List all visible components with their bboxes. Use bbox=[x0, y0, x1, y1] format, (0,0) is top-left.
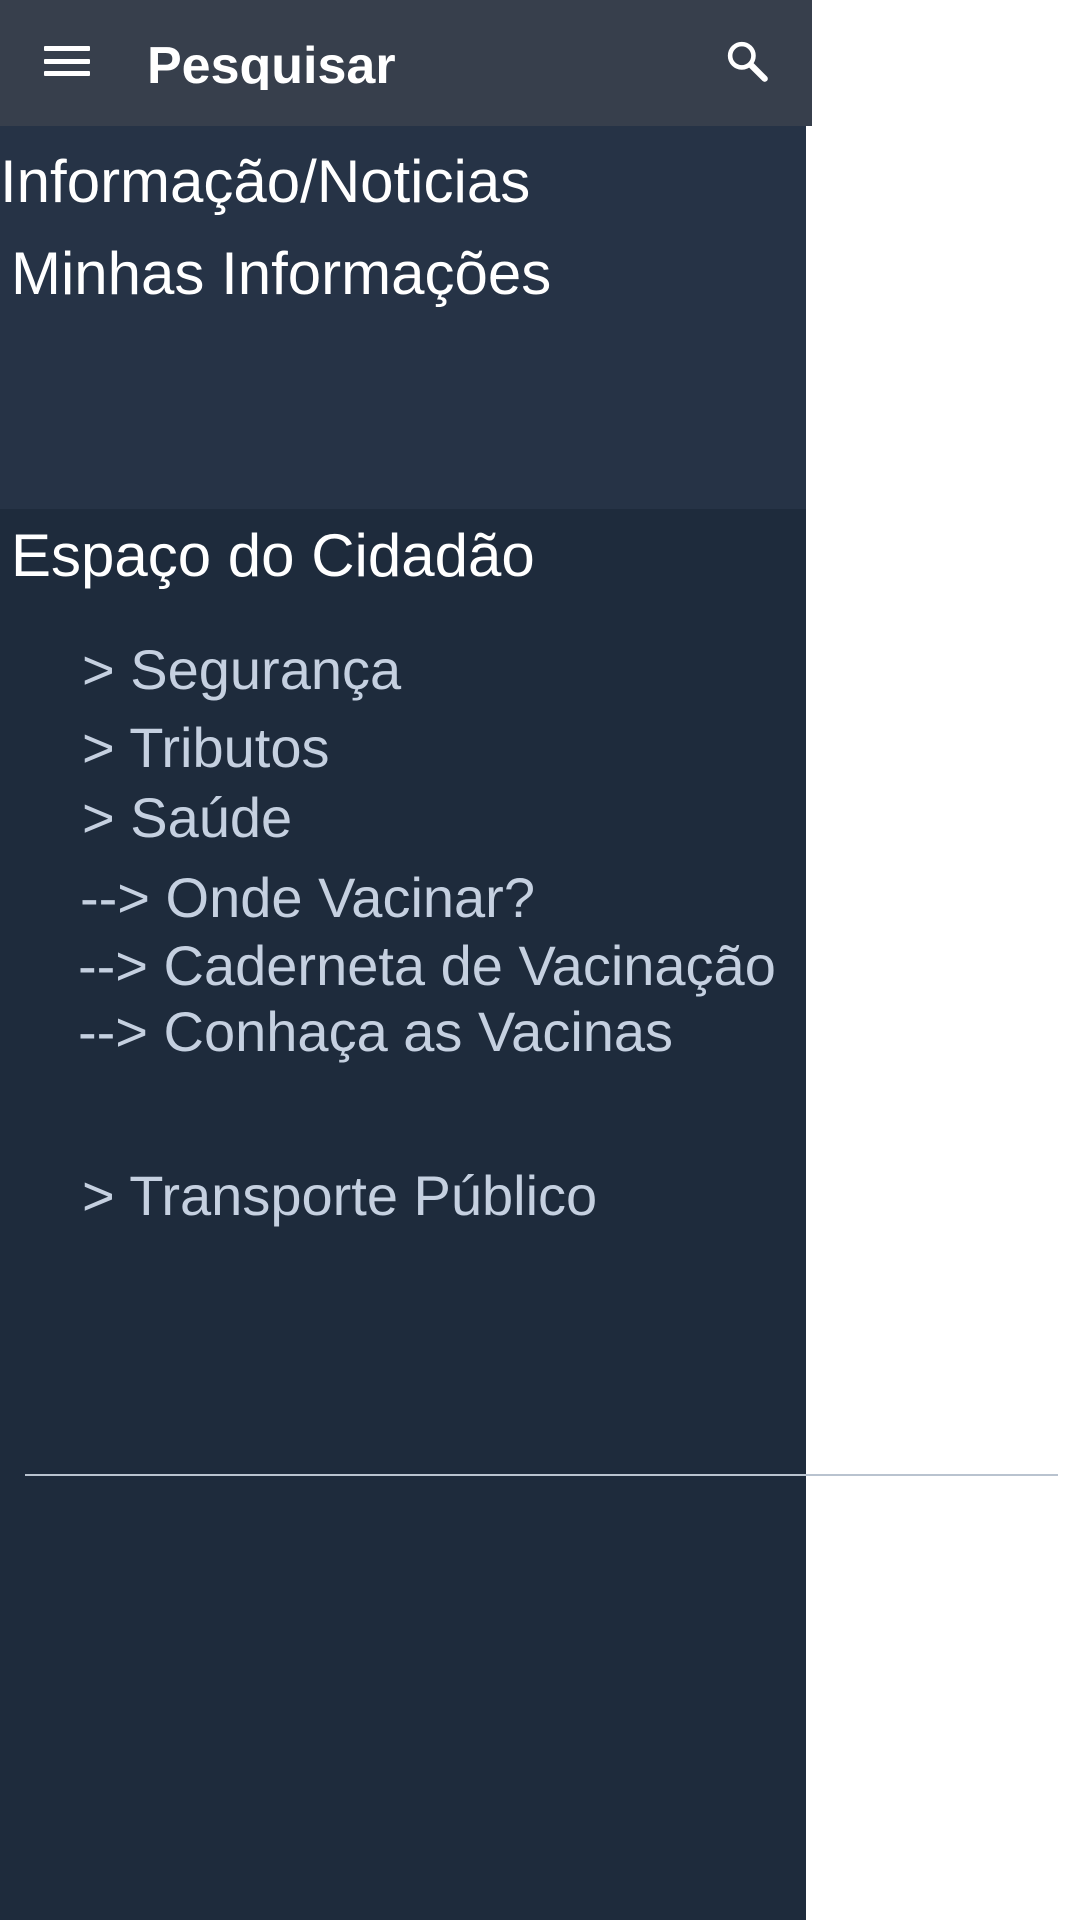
top-app-bar: Pesquisar bbox=[0, 0, 812, 126]
divider bbox=[25, 1474, 1058, 1476]
hamburger-menu-icon[interactable] bbox=[44, 40, 96, 84]
nav-item-onde-vacinar[interactable]: --> Onde Vacinar? bbox=[80, 870, 535, 926]
search-title[interactable]: Pesquisar bbox=[147, 28, 647, 90]
nav-item-informacao-noticias[interactable]: Informação/Noticias bbox=[0, 152, 530, 212]
section-title-espaco-do-cidadao: Espaço do Cidadão bbox=[11, 522, 535, 589]
nav-item-conheca-as-vacinas[interactable]: --> Conhaça as Vacinas bbox=[78, 1004, 673, 1060]
navigation-drawer: Informação/Noticias Minhas Informações E… bbox=[0, 0, 806, 1920]
nav-item-tributos[interactable]: > Tributos bbox=[82, 720, 329, 776]
nav-item-seguranca[interactable]: > Segurança bbox=[82, 642, 401, 698]
search-icon[interactable] bbox=[722, 36, 772, 86]
nav-item-caderneta-de-vacinacao[interactable]: --> Caderneta de Vacinação bbox=[78, 938, 776, 994]
nav-item-minhas-informacoes[interactable]: Minhas Informações bbox=[11, 244, 551, 304]
nav-item-transporte-publico[interactable]: > Transporte Público bbox=[82, 1168, 597, 1224]
nav-item-saude[interactable]: > Saúde bbox=[82, 790, 292, 846]
